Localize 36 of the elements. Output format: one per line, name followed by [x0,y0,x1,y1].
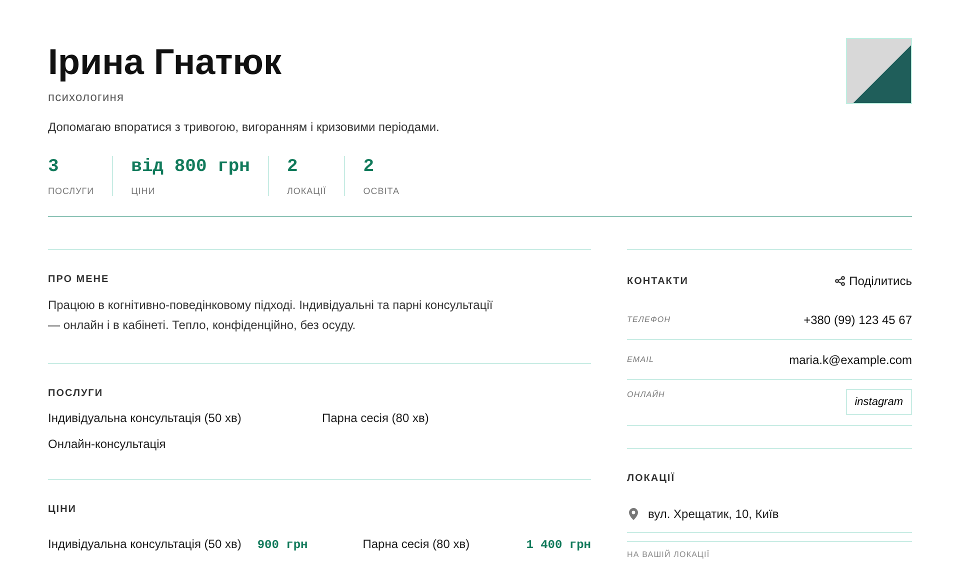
section-heading: ЛОКАЦІЇ [627,473,675,484]
price-name: Індивідуальна консультація (50 хв) [48,537,242,551]
stat-value: 2 [286,156,299,178]
person-name: Ірина Гнатюк [48,40,283,84]
stat-label: ЦІНИ [131,186,156,196]
stat-value: від 800 грн [131,156,250,178]
share-icon [835,276,846,286]
instagram-button[interactable]: instagram [846,389,912,415]
contact-label: EMAIL [627,355,654,364]
address-text: вул. Хрещатик, 10, Київ [648,507,779,521]
stat-value: 2 [363,156,376,178]
contact-value: maria.k@example.com [789,352,912,366]
about-text: Працюю в когнітивно-поведінковому підході. Індивідуальні та парні консультації — онлайн і в кабінеті. Тепло, конфіденційно, без осуду. [48,297,494,334]
contact-label: ОНЛАЙН [627,390,665,399]
stat-value: 3 [48,156,60,178]
section-heading: ПРО МЕНЕ [48,274,110,285]
stat-label: ПОСЛУГИ [48,186,94,196]
price-value: 900 грн [257,538,309,552]
location-label: НА ВАШІЙ ЛОКАЦІЇ [627,541,912,559]
price-value: 1 400 грн [526,538,591,552]
section-heading: ПОСЛУГИ [48,388,104,399]
service-item: Парна сесія (80 хв) [322,411,430,425]
service-item: Онлайн-консультація [48,437,167,451]
role-text: психологиня [48,90,126,104]
price-name: Парна сесія (80 хв) [362,537,470,551]
stat-label: ЛОКАЦІЇ [286,186,326,196]
service-item: Індивідуальна консультація (50 хв) [48,411,242,425]
section-heading: ЦІНИ [48,504,78,515]
tagline-text: Допомагаю впоратися з тривогою, вигоранням і кризовими періодами. [48,120,440,134]
photo-placeholder [846,38,912,104]
map-pin-icon [629,508,638,520]
contact-label: ТЕЛЕФОН [627,315,671,324]
section-heading: КОНТАКТИ [627,276,688,286]
contact-value: +380 (99) 123 45 67 [804,312,912,326]
stat-label: ОСВІТА [363,186,400,196]
share-button[interactable]: Поділитись [835,274,912,288]
